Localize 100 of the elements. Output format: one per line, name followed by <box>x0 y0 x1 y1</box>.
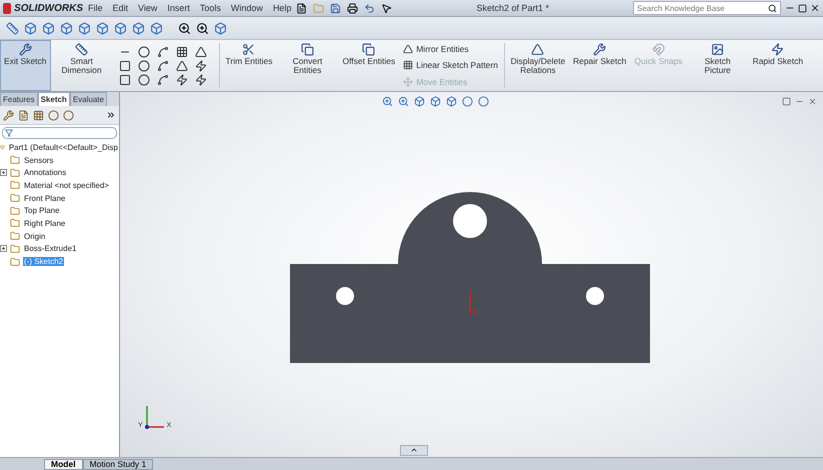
tree-node-icon <box>10 193 20 204</box>
tool-button[interactable]: Smart Dimension <box>50 40 113 91</box>
tool-button[interactable]: Mirror Entities <box>403 44 498 54</box>
sketch-tool-icon[interactable] <box>156 74 169 86</box>
sketch-tool-icon[interactable] <box>118 60 131 72</box>
search-icon <box>768 4 777 12</box>
tree-item[interactable]: Material <not specified> <box>23 180 110 190</box>
tree-node-icon <box>10 180 20 190</box>
tree-item[interactable]: Origin <box>23 232 46 241</box>
tool-button[interactable]: Display/Delete Relations <box>506 40 569 91</box>
expand-icon[interactable] <box>106 110 116 120</box>
tree-node-icon <box>10 231 20 242</box>
tool-button[interactable]: Exit Sketch <box>0 40 51 91</box>
tree-item[interactable]: Annotations <box>23 168 68 178</box>
tool-icon <box>403 60 414 70</box>
tool-button[interactable]: Rapid Sketch <box>748 40 808 91</box>
filter-icon <box>5 129 13 137</box>
tree-item[interactable]: Boss-Extrude1 <box>23 244 78 254</box>
manager-icon[interactable] <box>63 110 74 120</box>
tool-icon <box>593 43 606 56</box>
menu-item[interactable]: Edit <box>108 3 134 13</box>
model-tab[interactable]: Model <box>44 459 83 470</box>
axis-triad-icon <box>144 403 166 429</box>
sketch-tool-icon[interactable] <box>194 74 207 86</box>
maximize-icon[interactable] <box>798 4 807 12</box>
model-tab[interactable]: Motion Study 1 <box>82 459 154 470</box>
tree-node-icon <box>10 244 20 254</box>
cursor-icon[interactable] <box>381 2 392 14</box>
heads-up-icon[interactable] <box>430 96 441 107</box>
heads-up-icon[interactable] <box>446 96 457 107</box>
zoom-icon[interactable] <box>196 22 209 34</box>
tree-item[interactable]: Sensors <box>23 156 54 165</box>
menu-item[interactable]: Help <box>268 3 296 13</box>
expand-plus-icon[interactable] <box>0 169 7 176</box>
tool-button[interactable]: Offset Entities <box>338 40 400 91</box>
new-document-icon[interactable] <box>296 2 308 14</box>
tree-node-icon <box>10 155 20 166</box>
tree-node-icon <box>10 168 20 178</box>
tool-icon <box>300 43 314 56</box>
sketch-tool-icon[interactable] <box>176 46 188 58</box>
save-icon[interactable] <box>330 2 342 14</box>
tree-item[interactable]: Part1 (Default<<Default>_Disp <box>8 142 119 152</box>
sketch-tool-icon[interactable] <box>176 74 188 86</box>
tool-icon <box>242 43 256 56</box>
menu-item[interactable]: Window <box>226 3 268 13</box>
tree-item[interactable]: Top Plane <box>23 206 61 216</box>
sketch-tool-icon[interactable] <box>118 74 131 86</box>
tree-item[interactable]: Right Plane <box>23 218 66 228</box>
tool-icon <box>18 43 32 56</box>
tool-icon <box>362 43 376 56</box>
tool-icon <box>711 43 724 56</box>
sketch-tool-icon[interactable] <box>156 46 169 58</box>
tool-button[interactable]: Convert Entities <box>276 40 338 91</box>
menu-item[interactable]: Tools <box>194 3 226 13</box>
search-field[interactable]: Search Knowledge Base <box>633 1 781 15</box>
sketch-tool-icon[interactable] <box>156 60 169 72</box>
menu-item[interactable]: Insert <box>162 3 195 13</box>
heads-up-icon[interactable] <box>462 96 473 107</box>
tile-icon[interactable] <box>782 97 791 106</box>
filter-field[interactable] <box>2 127 117 139</box>
tool-button[interactable]: Trim Entities <box>222 40 276 91</box>
heads-up-icon[interactable] <box>478 96 489 107</box>
sketch-tool-icon[interactable] <box>194 60 207 72</box>
panel-tab[interactable]: Evaluate <box>70 92 107 106</box>
sketch-tool-icon[interactable] <box>176 60 188 72</box>
tool-button[interactable]: Sketch Picture <box>686 40 749 91</box>
sketch-tool-icon[interactable] <box>138 60 150 72</box>
chevron-up-icon <box>410 446 418 454</box>
tree-node-icon <box>10 206 20 216</box>
printer-icon[interactable] <box>347 2 358 14</box>
cube-icon[interactable] <box>214 22 227 34</box>
menu-item[interactable]: File <box>83 3 108 13</box>
menu-item[interactable]: View <box>133 3 162 13</box>
tool-icon <box>652 43 665 56</box>
tool-icon <box>531 43 544 56</box>
manager-icon[interactable] <box>3 110 14 120</box>
heads-up-icon[interactable] <box>398 96 409 107</box>
window-title: Sketch2 of Part1 * <box>475 3 550 13</box>
panel-tab[interactable]: Features <box>0 92 38 106</box>
tool-button[interactable]: Linear Sketch Pattern <box>403 60 498 70</box>
undo-icon[interactable] <box>364 2 376 14</box>
manager-icon[interactable] <box>18 110 29 120</box>
tree-item[interactable]: Front Plane <box>23 194 66 203</box>
close-icon[interactable] <box>810 3 820 13</box>
panel-tab[interactable]: Sketch <box>38 92 70 106</box>
heads-up-icon[interactable] <box>382 96 393 107</box>
heads-up-icon[interactable] <box>414 96 425 107</box>
manager-icon[interactable] <box>48 110 59 120</box>
sketch-tool-icon[interactable] <box>138 74 150 86</box>
sketch-tool-icon[interactable] <box>194 46 207 58</box>
tool-button[interactable]: Repair Sketch <box>568 40 630 91</box>
tool-icon <box>771 43 784 56</box>
sketch-tool-icon[interactable] <box>138 46 150 58</box>
tree-node-icon <box>10 218 20 228</box>
zoom-icon[interactable] <box>178 22 191 34</box>
manager-icon[interactable] <box>33 110 44 120</box>
expand-plus-icon[interactable] <box>0 245 7 252</box>
collapse-button[interactable] <box>400 445 428 456</box>
tool-icon <box>403 76 414 87</box>
tool-icon <box>403 44 414 54</box>
